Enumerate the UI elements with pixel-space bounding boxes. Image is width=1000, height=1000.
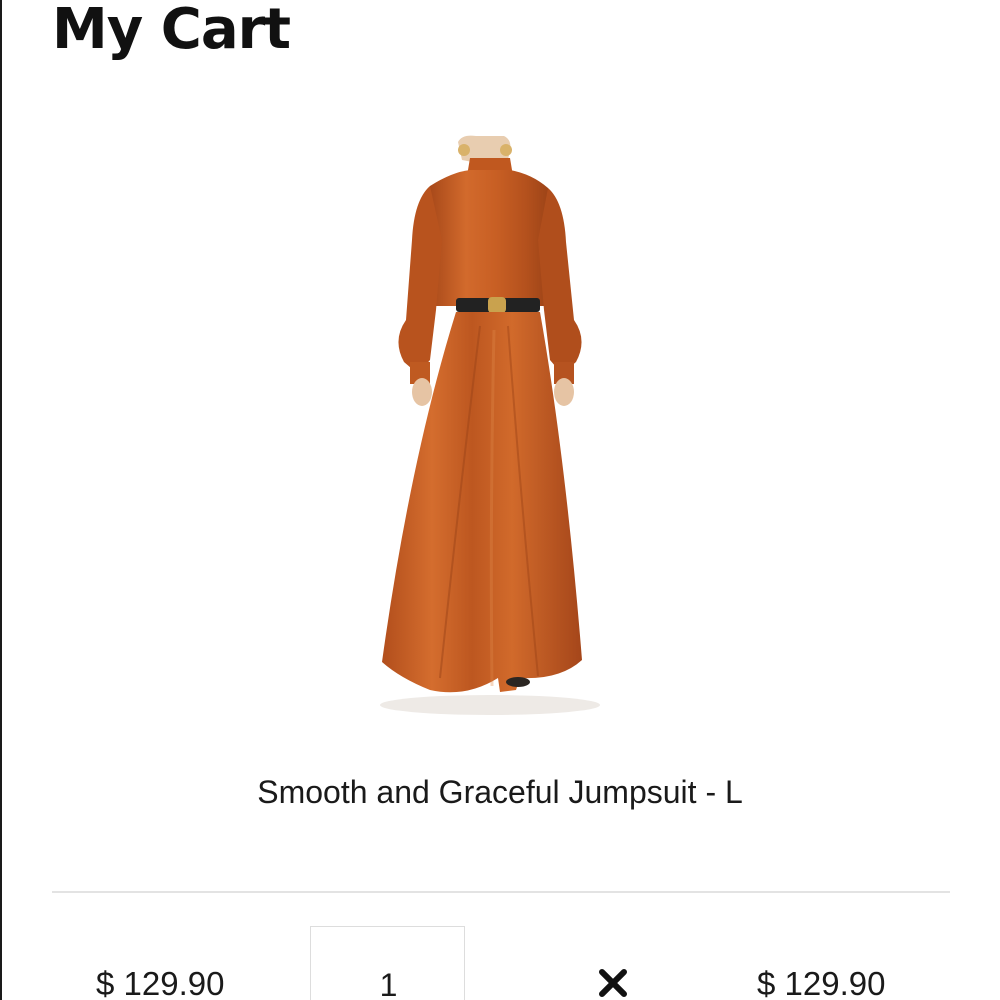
- product-name[interactable]: Smooth and Graceful Jumpsuit - L: [0, 772, 1000, 812]
- jumpsuit-photo-icon: [380, 135, 600, 715]
- cart-divider: [52, 891, 950, 893]
- close-x-icon: [599, 969, 627, 997]
- line-total: $ 129.90: [757, 965, 886, 1000]
- unit-price: $ 129.90: [96, 965, 225, 1000]
- product-image[interactable]: [370, 130, 620, 720]
- page-left-border: [0, 0, 2, 1000]
- page-title: My Cart: [52, 0, 291, 62]
- remove-item-button[interactable]: [596, 966, 630, 1000]
- quantity-input[interactable]: 1: [310, 926, 465, 1000]
- quantity-value: 1: [379, 967, 398, 1000]
